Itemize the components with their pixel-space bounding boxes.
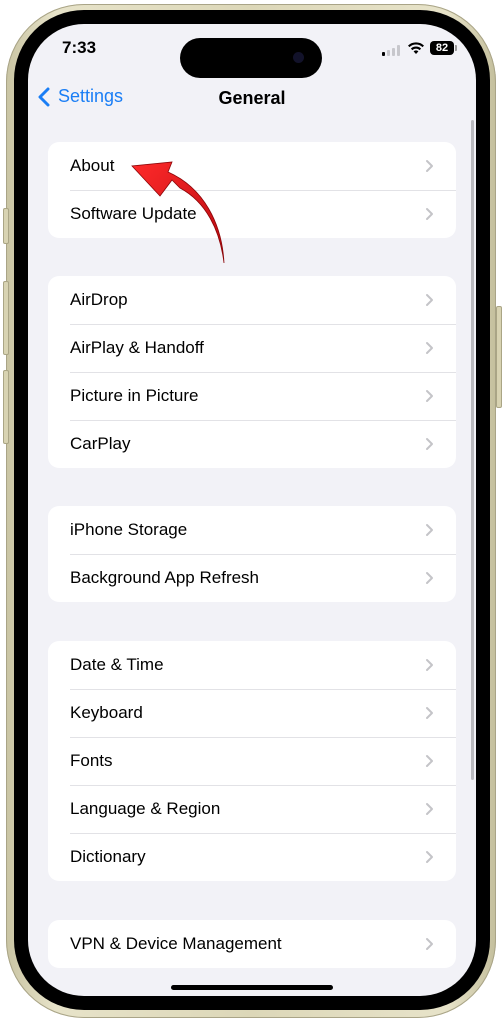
settings-row-label: Picture in Picture — [70, 386, 199, 405]
settings-row-label: Date & Time — [70, 655, 164, 674]
settings-row[interactable]: CarPlay — [48, 420, 456, 468]
settings-row-label: Keyboard — [70, 703, 143, 722]
navigation-bar: Settings General — [28, 82, 476, 118]
cellular-signal-icon — [382, 45, 400, 56]
settings-row[interactable]: Background App Refresh — [48, 554, 456, 602]
settings-group: iPhone Storage Background App Refresh — [48, 506, 456, 602]
settings-row[interactable]: iPhone Storage — [48, 506, 456, 554]
settings-row[interactable]: Keyboard — [48, 689, 456, 737]
volume-down-button — [3, 370, 9, 444]
action-button — [3, 208, 9, 244]
chevron-right-icon — [426, 803, 433, 815]
wifi-icon — [408, 42, 424, 54]
chevron-right-icon — [426, 294, 433, 306]
chevron-right-icon — [426, 208, 433, 220]
front-camera — [293, 52, 304, 63]
dynamic-island — [180, 38, 322, 78]
chevron-right-icon — [426, 572, 433, 584]
settings-row[interactable]: Fonts — [48, 737, 456, 785]
settings-row-label: Software Update — [70, 204, 197, 223]
settings-row-label: iPhone Storage — [70, 520, 188, 539]
chevron-right-icon — [426, 938, 433, 950]
settings-row-label: Language & Region — [70, 799, 221, 818]
settings-group: AirDrop AirPlay & Handoff Picture in Pictu… — [48, 276, 456, 468]
settings-row[interactable]: Date & Time — [48, 641, 456, 689]
page-title: General — [218, 88, 286, 108]
chevron-right-icon — [426, 438, 433, 450]
chevron-right-icon — [426, 390, 433, 402]
battery-tip — [455, 45, 457, 51]
chevron-right-icon — [426, 755, 433, 767]
chevron-right-icon — [426, 659, 433, 671]
chevron-right-icon — [426, 160, 433, 172]
settings-row[interactable]: AirPlay & Handoff — [48, 324, 456, 372]
status-time: 7:33 — [62, 38, 97, 57]
settings-row-label: CarPlay — [70, 434, 131, 453]
chevron-right-icon — [426, 524, 433, 536]
settings-group: VPN & Device Management — [48, 920, 456, 968]
settings-row[interactable]: AirDrop — [48, 276, 456, 324]
settings-row-label: About — [70, 156, 115, 175]
chevron-right-icon — [426, 342, 433, 354]
home-indicator[interactable] — [171, 985, 333, 990]
settings-group: About Software Update — [48, 142, 456, 238]
screen: 7:33 82 Settings General About Software U… — [28, 24, 476, 996]
chevron-right-icon — [426, 707, 433, 719]
settings-row-label: Dictionary — [70, 847, 146, 866]
settings-row-label: AirPlay & Handoff — [70, 338, 204, 357]
settings-row-label: Fonts — [70, 751, 113, 770]
settings-row-label: AirDrop — [70, 290, 128, 309]
settings-row-label: Background App Refresh — [70, 568, 260, 587]
settings-row[interactable]: VPN & Device Management — [48, 920, 456, 968]
volume-up-button — [3, 281, 9, 355]
power-button — [496, 306, 502, 408]
settings-row[interactable]: Language & Region — [48, 785, 456, 833]
settings-row[interactable]: About — [48, 142, 456, 190]
scrollbar[interactable] — [471, 120, 474, 780]
battery-icon: 82 — [430, 41, 454, 55]
settings-row[interactable]: Dictionary — [48, 833, 456, 881]
chevron-right-icon — [426, 851, 433, 863]
settings-row[interactable]: Picture in Picture — [48, 372, 456, 420]
settings-group: Date & Time Keyboard Fonts Language & Regio… — [48, 641, 456, 881]
settings-row[interactable]: Software Update — [48, 190, 456, 238]
status-bar: 7:33 82 — [28, 24, 476, 78]
settings-row-label: VPN & Device Management — [70, 934, 282, 953]
